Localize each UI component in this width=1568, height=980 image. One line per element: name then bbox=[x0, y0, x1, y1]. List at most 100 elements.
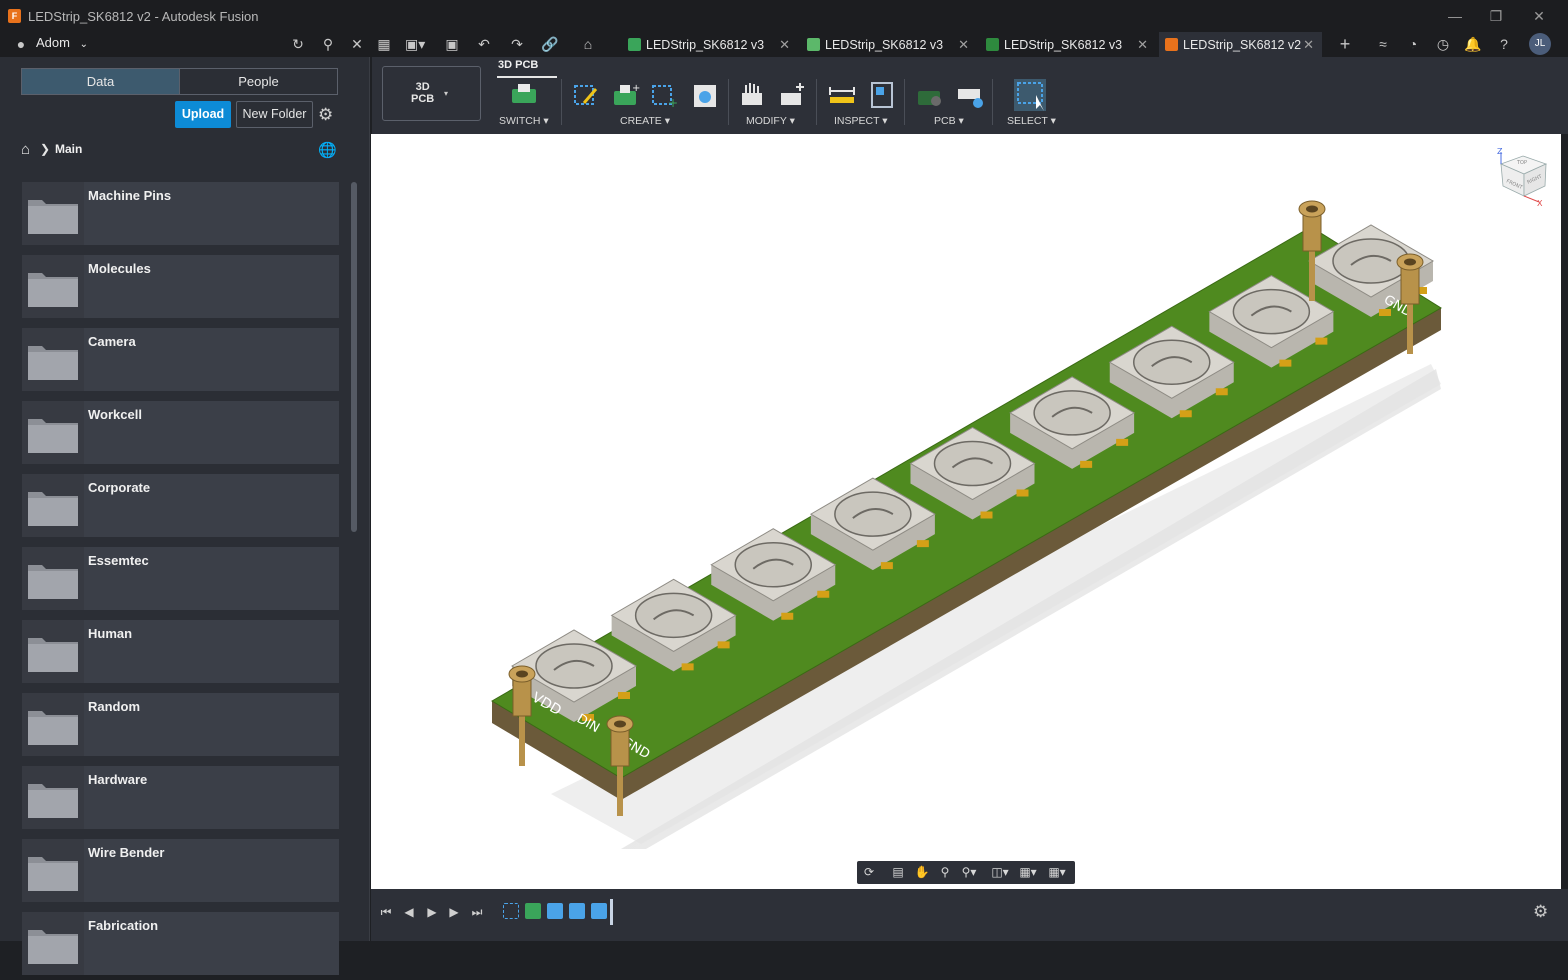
folder-item[interactable]: Human bbox=[22, 620, 339, 683]
minimize-button[interactable]: — bbox=[1443, 6, 1467, 26]
home-tab-icon[interactable]: ⌂ bbox=[578, 34, 598, 54]
restore-button[interactable]: ❐ bbox=[1484, 6, 1508, 26]
close-tab-icon[interactable]: ✕ bbox=[958, 37, 969, 53]
job-status-icon[interactable]: ◔ bbox=[1403, 34, 1423, 54]
pcb-settings-icon[interactable] bbox=[954, 79, 986, 111]
tab-pcb[interactable]: LEDStrip_SK6812 v3 ✕ bbox=[980, 32, 1156, 57]
user-avatar[interactable]: JL bbox=[1529, 33, 1551, 55]
select-group-label[interactable]: SELECT ▾ bbox=[1007, 115, 1056, 127]
inspect-group-label[interactable]: INSPECT ▾ bbox=[834, 115, 888, 127]
people-tab[interactable]: People bbox=[179, 68, 338, 95]
folder-item[interactable]: Random bbox=[22, 693, 339, 756]
title-bar: F LEDStrip_SK6812 v2 - Autodesk Fusion —… bbox=[0, 0, 1568, 32]
undo-icon[interactable]: ↶ bbox=[474, 34, 494, 54]
save-icon[interactable]: ▣ bbox=[442, 34, 462, 54]
timeline-component-feature[interactable] bbox=[525, 903, 541, 919]
timeline-start-icon[interactable]: ⏮ bbox=[377, 903, 395, 921]
tab-3d-pcb[interactable]: LEDStrip_SK6812 v2 ✕ bbox=[1159, 32, 1322, 57]
switch-group-label[interactable]: SWITCH ▾ bbox=[499, 115, 549, 127]
create-outline-icon[interactable]: + bbox=[648, 79, 680, 111]
timeline-body-feature[interactable] bbox=[569, 903, 585, 919]
home-icon[interactable]: ⌂ bbox=[21, 141, 30, 158]
zoom-icon[interactable]: ⚲ bbox=[936, 864, 954, 881]
timeline-marker[interactable] bbox=[610, 899, 613, 925]
derive-body-icon[interactable] bbox=[688, 79, 720, 111]
grid-settings-icon[interactable]: ▦▾ bbox=[1019, 864, 1037, 881]
svg-text:+: + bbox=[632, 83, 640, 94]
redo-icon[interactable]: ↷ bbox=[507, 34, 527, 54]
close-tab-icon[interactable]: ✕ bbox=[779, 37, 790, 53]
timeline-next-icon[interactable]: ▶ bbox=[445, 903, 463, 921]
team-switcher[interactable]: Adom ⌄ bbox=[36, 35, 88, 50]
refresh-icon[interactable]: ↻ bbox=[288, 34, 308, 54]
pcb-push-icon[interactable] bbox=[914, 79, 946, 111]
link-icon[interactable]: 🔗 bbox=[540, 34, 560, 54]
clock-icon[interactable]: ◷ bbox=[1433, 34, 1453, 54]
folder-item[interactable]: Essemtec bbox=[22, 547, 339, 610]
timeline-body-feature[interactable] bbox=[547, 903, 563, 919]
view-cube[interactable]: TOP FRONT RIGHT Z X bbox=[1497, 147, 1548, 208]
sketch-icon[interactable] bbox=[570, 79, 602, 111]
close-tab-icon[interactable]: ✕ bbox=[1303, 37, 1314, 53]
modify-hand-icon[interactable] bbox=[736, 79, 768, 111]
section-analysis-icon[interactable] bbox=[866, 79, 898, 111]
breadcrumb-current[interactable]: Main bbox=[55, 142, 82, 156]
orbit-icon[interactable]: ⟳ bbox=[860, 864, 878, 881]
create-component-icon[interactable]: + bbox=[610, 79, 642, 111]
file-menu-icon[interactable]: ▣▾ bbox=[405, 34, 425, 54]
tab-pcb-schematic[interactable]: LEDStrip_SK6812 v3 ✕ bbox=[622, 32, 798, 57]
timeline-settings-gear-icon[interactable]: ⚙ bbox=[1533, 902, 1548, 922]
help-icon[interactable]: ? bbox=[1494, 34, 1514, 54]
move-component-icon[interactable] bbox=[776, 79, 808, 111]
modify-group-label[interactable]: MODIFY ▾ bbox=[746, 115, 795, 127]
solder-pad bbox=[1279, 359, 1292, 367]
select-window-icon[interactable] bbox=[1012, 77, 1048, 113]
folder-item[interactable]: Molecules bbox=[22, 255, 339, 318]
folder-item[interactable]: Camera bbox=[22, 328, 339, 391]
schematic-document-icon bbox=[807, 38, 820, 51]
notifications-bell-icon[interactable]: 🔔 bbox=[1463, 34, 1483, 54]
close-tab-icon[interactable]: ✕ bbox=[1137, 37, 1148, 53]
folder-item[interactable]: Wire Bender bbox=[22, 839, 339, 902]
folder-item[interactable]: Hardware bbox=[22, 766, 339, 829]
new-folder-button[interactable]: New Folder bbox=[236, 101, 313, 128]
timeline-prev-icon[interactable]: ◀ bbox=[400, 903, 418, 921]
folder-item[interactable]: Corporate bbox=[22, 474, 339, 537]
switch-board-icon[interactable] bbox=[508, 79, 540, 111]
settings-gear-icon[interactable]: ⚙ bbox=[318, 105, 333, 125]
extensions-icon[interactable]: ≈ bbox=[1373, 34, 1393, 54]
folder-item[interactable]: Machine Pins bbox=[22, 182, 339, 245]
pcb-group-label[interactable]: PCB ▾ bbox=[934, 115, 964, 127]
timeline-body-feature[interactable] bbox=[591, 903, 607, 919]
workspace-switcher[interactable]: 3D PCB ▾ bbox=[382, 66, 481, 121]
viewcube-top-label: TOP bbox=[1516, 160, 1527, 166]
timeline-end-icon[interactable]: ⏭ bbox=[468, 903, 486, 921]
upload-button[interactable]: Upload bbox=[175, 101, 231, 128]
tab-schematic[interactable]: LEDStrip_SK6812 v3 ✕ bbox=[801, 32, 977, 57]
folder-item[interactable]: Workcell bbox=[22, 401, 339, 464]
separator bbox=[904, 79, 905, 125]
data-tab[interactable]: Data bbox=[21, 68, 180, 95]
close-window-button[interactable]: ✕ bbox=[1527, 6, 1551, 26]
create-group-label[interactable]: CREATE ▾ bbox=[620, 115, 670, 127]
display-settings-icon[interactable]: ◫▾ bbox=[991, 864, 1009, 881]
fit-icon[interactable]: ⚲▾ bbox=[960, 864, 978, 881]
timeline-play-icon[interactable]: ▶ bbox=[423, 903, 441, 921]
close-panel-icon[interactable]: ✕ bbox=[347, 34, 367, 54]
workspace-tab[interactable]: 3D PCB bbox=[498, 59, 538, 71]
new-tab-icon[interactable]: + bbox=[1335, 34, 1355, 54]
measure-icon[interactable] bbox=[826, 79, 858, 111]
3d-viewport[interactable]: VDD DIN GND GND TOP FRONT RIGHT Z X ⟳ ▤ … bbox=[371, 134, 1561, 889]
solder-pad bbox=[618, 692, 630, 699]
scrollbar[interactable] bbox=[351, 182, 357, 532]
folder-item[interactable]: Fabrication bbox=[22, 912, 339, 975]
globe-icon[interactable]: 🌐 bbox=[318, 141, 337, 159]
timeline-sketch-feature[interactable] bbox=[503, 903, 519, 919]
look-at-icon[interactable]: ▤ bbox=[889, 864, 907, 881]
3d-scene[interactable]: VDD DIN GND GND TOP FRONT RIGHT Z X bbox=[371, 134, 1561, 889]
viewports-icon[interactable]: ▦▾ bbox=[1048, 864, 1066, 881]
pan-hand-icon[interactable]: ✋ bbox=[913, 864, 931, 881]
search-icon[interactable]: ⚲ bbox=[318, 34, 338, 54]
app-grid-icon[interactable]: ▦ bbox=[374, 34, 394, 54]
header-pin[interactable] bbox=[508, 665, 536, 766]
